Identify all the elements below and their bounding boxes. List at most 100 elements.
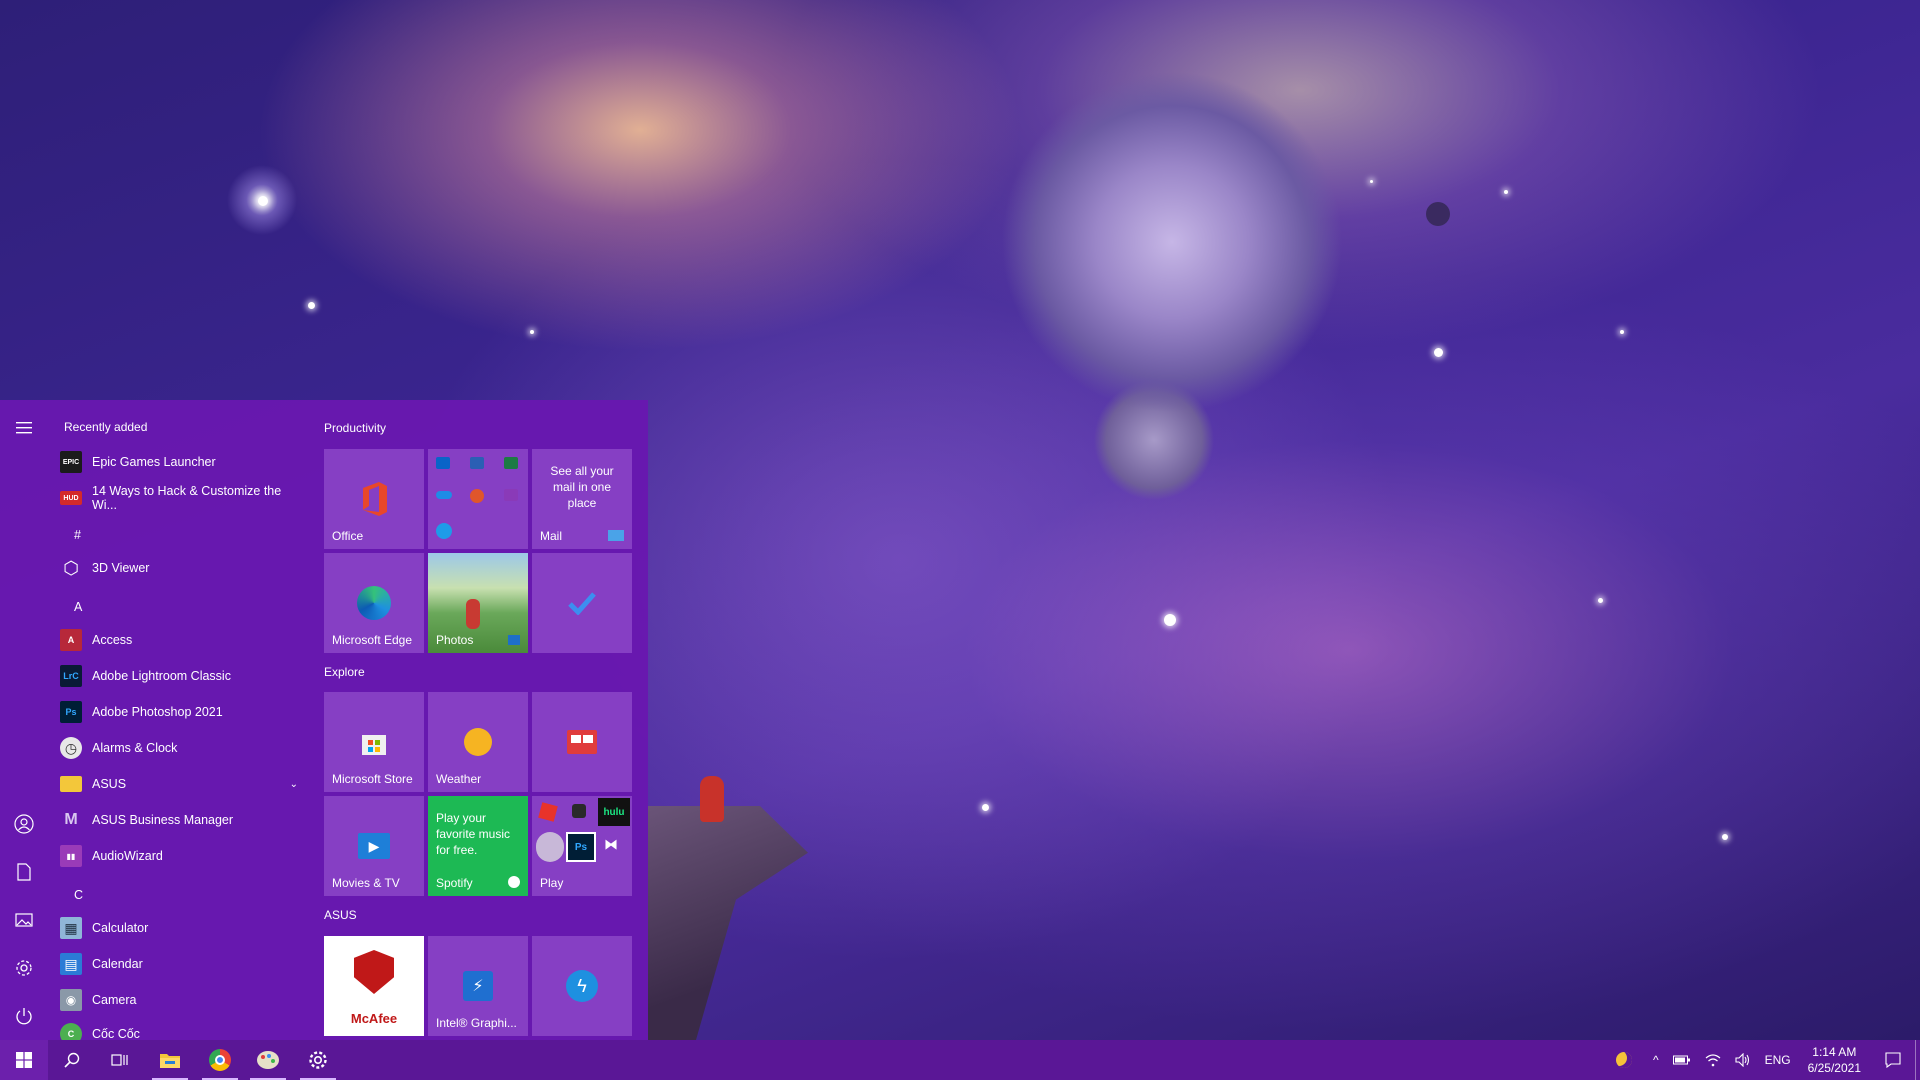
app-label: Epic Games Launcher <box>92 455 216 469</box>
checkmark-icon <box>532 553 632 653</box>
taskbar: ^ ENG 1:14 AM 6/25/2021 <box>0 1040 1920 1080</box>
chrome-icon[interactable] <box>196 1040 244 1080</box>
settings-icon[interactable] <box>0 946 48 990</box>
tile-weather[interactable]: Weather <box>428 692 528 792</box>
tile-intel-graphics[interactable]: ⚡ Intel® Graphi... <box>428 936 528 1036</box>
spotify-tile-text: Play your favorite music for free. <box>436 811 511 857</box>
pictures-icon[interactable] <box>0 898 48 942</box>
app-item-alarms[interactable]: ◷ Alarms & Clock <box>60 730 306 766</box>
windows-start-icon[interactable] <box>0 1040 48 1080</box>
app-item-calculator[interactable]: ▦ Calculator <box>60 910 306 946</box>
task-view-icon[interactable] <box>96 1040 144 1080</box>
app-item-audiowizard[interactable]: ▮▮ AudioWizard <box>60 838 306 874</box>
app-label: 3D Viewer <box>92 561 150 575</box>
onedrive-icon <box>436 491 452 499</box>
app-item-3d-viewer[interactable]: ⬡ 3D Viewer <box>60 550 306 586</box>
app-item-epic-games[interactable]: EPIC Epic Games Launcher <box>60 444 306 480</box>
battery-icon[interactable] <box>1666 1055 1698 1065</box>
tile-movies-tv[interactable]: ▶ Movies & TV <box>324 796 424 896</box>
chevron-down-icon[interactable]: ⌄ <box>290 779 298 790</box>
user-icon[interactable] <box>0 802 48 846</box>
tile-office[interactable]: Office <box>324 449 424 549</box>
thunderbolt-icon: ϟ <box>532 936 632 1036</box>
game-character-icon <box>536 832 564 862</box>
hamburger-icon[interactable] <box>0 406 48 450</box>
tile-label: Microsoft Edge <box>332 633 413 647</box>
hulu-icon: hulu <box>598 798 630 826</box>
tile-play-folder[interactable]: hulu Ps ⧓ Play <box>532 796 632 896</box>
wifi-icon[interactable] <box>1698 1053 1728 1067</box>
wallpaper-star <box>258 196 268 206</box>
group-title-productivity[interactable]: Productivity <box>324 421 386 435</box>
tile-label: Movies & TV <box>332 876 400 890</box>
group-title-explore[interactable]: Explore <box>324 665 365 679</box>
app-item-lightroom[interactable]: LrC Adobe Lightroom Classic <box>60 658 306 694</box>
epic-games-icon: EPIC <box>60 451 82 473</box>
letter-header-hash[interactable]: # <box>74 528 81 542</box>
app-label: Calendar <box>92 957 143 971</box>
start-rail <box>0 400 48 1040</box>
wallpaper-star <box>1598 598 1603 603</box>
paint-icon[interactable] <box>244 1040 292 1080</box>
tile-photos[interactable]: Photos <box>428 553 528 653</box>
group-title-asus[interactable]: ASUS <box>324 908 357 922</box>
spotify-icon <box>508 876 520 888</box>
app-label: Calculator <box>92 921 149 935</box>
tile-label: Microsoft Store <box>332 772 413 786</box>
app-item-asus-folder[interactable]: ASUS ⌄ <box>60 766 306 802</box>
roblox-icon <box>538 802 558 822</box>
search-icon[interactable] <box>48 1040 96 1080</box>
night-light-icon[interactable] <box>1609 1052 1639 1068</box>
app-item-coccoc[interactable]: C Cốc Cốc <box>60 1016 306 1040</box>
camera-icon: ◉ <box>60 989 82 1011</box>
outlook-icon <box>436 457 450 469</box>
tile-todo[interactable] <box>532 553 632 653</box>
app-item-asus-business-manager[interactable]: M ASUS Business Manager <box>60 802 306 838</box>
app-label: Adobe Lightroom Classic <box>92 669 231 683</box>
app-label: Access <box>92 633 133 647</box>
language-indicator[interactable]: ENG <box>1758 1053 1798 1067</box>
tile-mcafee[interactable]: McAfee <box>324 936 424 1036</box>
show-hidden-icons-chevron[interactable]: ^ <box>1639 1053 1666 1067</box>
cliff-rock <box>648 806 808 1040</box>
skype-icon <box>436 523 452 539</box>
tile-label: Intel® Graphi... <box>436 1016 517 1030</box>
show-desktop-button[interactable] <box>1915 1040 1920 1080</box>
powerpoint-icon <box>470 489 484 503</box>
notifications-icon[interactable] <box>1871 1052 1915 1068</box>
documents-icon[interactable] <box>0 850 48 894</box>
dolby-icon: ⧓ <box>604 836 618 852</box>
tile-thunderbolt[interactable]: ϟ <box>532 936 632 1036</box>
word-icon <box>470 457 484 469</box>
letter-header-c[interactable]: C <box>74 888 83 902</box>
app-label: Camera <box>92 993 137 1007</box>
access-icon: A <box>60 629 82 651</box>
app-label: 14 Ways to Hack & Customize the Wi... <box>92 484 282 512</box>
photos-icon <box>508 635 520 645</box>
hud-icon: HUD <box>60 491 82 505</box>
app-label: Alarms & Clock <box>92 741 178 755</box>
app-item-hack-customize[interactable]: HUD 14 Ways to Hack & Customize the Wi..… <box>60 480 306 516</box>
tile-area: Productivity Office See all your mail in… <box>324 400 640 1040</box>
lightroom-icon: LrC <box>60 665 82 687</box>
power-icon[interactable] <box>0 994 48 1038</box>
tile-office-apps-folder[interactable] <box>428 449 528 549</box>
app-item-access[interactable]: A Access <box>60 622 306 658</box>
tile-news[interactable] <box>532 692 632 792</box>
game-icon <box>572 804 586 818</box>
tile-label: Mail <box>540 529 563 543</box>
tile-spotify[interactable]: Play your favorite music for free. Spoti… <box>428 796 528 896</box>
tile-edge[interactable]: Microsoft Edge <box>324 553 424 653</box>
file-explorer-icon[interactable] <box>146 1040 194 1080</box>
volume-icon[interactable] <box>1728 1053 1758 1067</box>
tile-mail[interactable]: See all your mail in one place Mail <box>532 449 632 549</box>
photos-figure <box>466 599 480 629</box>
tile-microsoft-store[interactable]: Microsoft Store <box>324 692 424 792</box>
settings-icon[interactable] <box>294 1040 342 1080</box>
clock[interactable]: 1:14 AM 6/25/2021 <box>1798 1044 1871 1076</box>
app-item-calendar[interactable]: ▤ Calendar <box>60 946 306 982</box>
letter-header-a[interactable]: A <box>74 600 82 614</box>
tile-label: McAfee <box>350 1011 398 1026</box>
app-item-camera[interactable]: ◉ Camera <box>60 982 306 1018</box>
app-item-photoshop[interactable]: Ps Adobe Photoshop 2021 <box>60 694 306 730</box>
